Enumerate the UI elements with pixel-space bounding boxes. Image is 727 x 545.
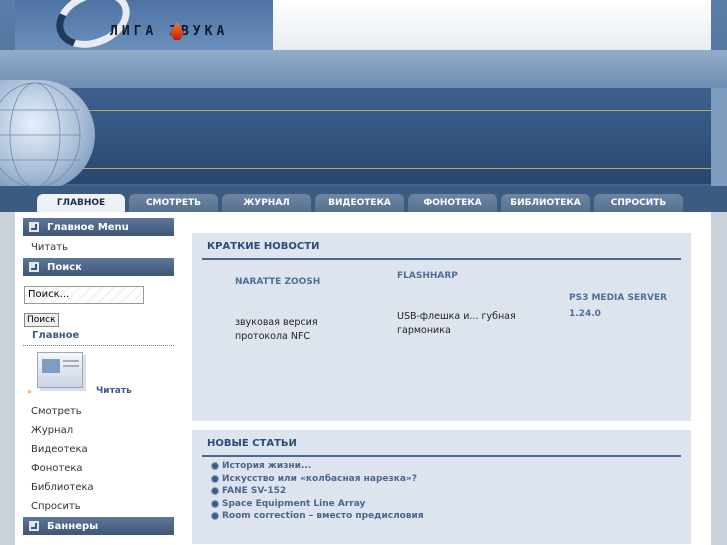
article-link[interactable]: Room correction – вместо предисловия [192,510,691,523]
featured-block: » Читать [23,346,174,402]
articles-panel: НОВЫЕ СТАТЬИ История жизни... Искусство … [192,430,691,544]
article-link[interactable]: История жизни... [192,460,691,473]
sidebar-link-biblioteka[interactable]: Библиотека [23,478,174,497]
sidebar-link-fonoteka[interactable]: Фонотека [23,459,174,478]
sidebar-link-zhurnal[interactable]: Журнал [23,421,174,440]
articles-title: НОВЫЕ СТАТЬИ [207,438,297,449]
screenshot-thumbnail-icon [37,352,83,388]
logo-area[interactable]: ЛИГА ЗВУКА [15,0,273,59]
sidebar-link-videoteka[interactable]: Видеотека [23,440,174,459]
banners-header: Баннеры [23,517,174,535]
news-item-title[interactable]: FLASHHARP [397,271,458,281]
search-box: Поиск [23,276,174,327]
featured-link-chitat[interactable]: Читать [96,386,132,396]
arrow-icon [29,521,39,531]
news-item-title[interactable]: NARATTE ZOOSH [235,277,320,287]
articles-divider [202,455,681,457]
search-input[interactable] [24,285,144,304]
header-city-band [15,88,711,184]
bullet-arrow-icon: » [27,387,32,396]
news-divider [202,258,681,260]
arrow-icon [29,262,39,272]
tab-fonoteka[interactable]: ФОНОТЕКА [408,194,497,212]
news-item-text: 1.24.0 [569,309,601,319]
section-label: Главное [23,330,174,346]
search-button[interactable]: Поиск [24,312,59,327]
main-menu-title: Главное Menu [47,221,129,233]
sidebar-link-sprosit[interactable]: Спросить [23,497,174,516]
main-column: КРАТКИЕ НОВОСТИ NARATTE ZOOSH звуковая в… [192,233,691,544]
sidebar: Главное Menu Читать Поиск Поиск Главное … [23,218,174,545]
site-logo-text: ЛИГА ЗВУКА [110,24,229,39]
search-title: Поиск [47,261,82,273]
header-top-panel [273,0,711,50]
search-header: Поиск [23,258,174,276]
tab-biblioteka[interactable]: БИБЛИОТЕКА [501,194,590,212]
news-panel: КРАТКИЕ НОВОСТИ NARATTE ZOOSH звуковая в… [192,233,691,421]
article-link[interactable]: FANE SV-152 [192,485,691,498]
tab-sprosit[interactable]: СПРОСИТЬ [594,194,683,212]
arrow-icon [29,222,39,232]
news-item-text: звуковая версия протокола NFC [235,317,318,342]
news-item-text: USB-флешка и... губная гармоника [397,311,516,336]
main-menu-item-chitat[interactable]: Читать [23,236,174,258]
banners-title: Баннеры [47,520,99,532]
articles-list: История жизни... Искусство или «колбасна… [192,456,691,523]
sidebar-link-smotret[interactable]: Смотреть [23,402,174,421]
article-link[interactable]: Искусство или «колбасная нарезка»? [192,473,691,486]
tab-zhurnal[interactable]: ЖУРНАЛ [222,194,311,212]
globe-icon [0,80,95,190]
news-item-title[interactable]: PS3 MEDIA SERVER [569,293,667,303]
article-link[interactable]: Space Equipment Line Array [192,498,691,511]
main-menu-header: Главное Menu [23,218,174,236]
header-banner: ЛИГА ЗВУКА [0,0,727,212]
page: ЛИГА ЗВУКА ГЛАВНОЕ СМОТРЕТЬ ЖУРНАЛ ВИДЕО… [0,0,727,545]
news-title: КРАТКИЕ НОВОСТИ [207,241,320,252]
tab-videoteka[interactable]: ВИДЕОТЕКА [315,194,404,212]
tab-glavnoe[interactable]: ГЛАВНОЕ [37,194,125,212]
tab-smotret[interactable]: СМОТРЕТЬ [129,194,218,212]
header-band [0,50,727,88]
